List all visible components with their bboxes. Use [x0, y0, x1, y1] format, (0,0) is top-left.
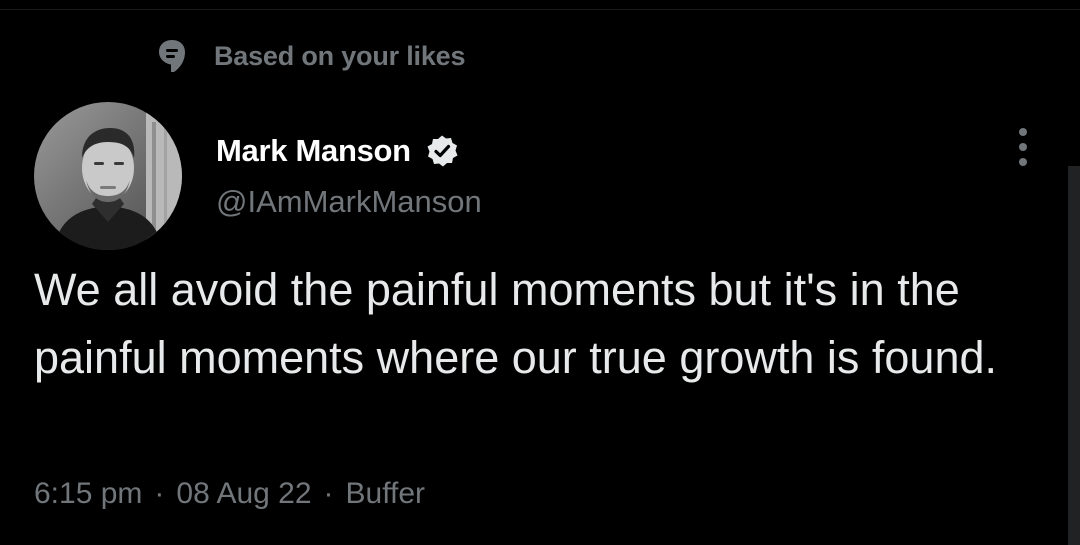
- verified-badge-icon: [425, 134, 459, 168]
- tweet-date[interactable]: 08 Aug 22: [176, 477, 311, 511]
- top-divider: [0, 9, 1080, 10]
- tweet-time[interactable]: 6:15 pm: [34, 477, 142, 511]
- social-context-label: Based on your likes: [214, 40, 466, 71]
- author-handle[interactable]: @IAmMarkManson: [216, 184, 482, 220]
- more-vertical-icon: [1019, 128, 1027, 136]
- author-name[interactable]: Mark Manson: [216, 133, 411, 169]
- speech-bubble-icon: [156, 38, 188, 74]
- tweet-text: We all avoid the painful moments but it'…: [34, 264, 997, 383]
- scrollbar[interactable]: [1068, 166, 1080, 545]
- author-name-row[interactable]: Mark Manson: [216, 130, 459, 172]
- meta-separator: ·: [323, 477, 334, 510]
- more-options-button[interactable]: [1008, 124, 1038, 170]
- tweet-source[interactable]: Buffer: [346, 477, 426, 511]
- meta-separator: ·: [154, 477, 165, 510]
- social-context: Based on your likes: [156, 38, 465, 74]
- tweet-meta: 6:15 pm · 08 Aug 22 · Buffer: [34, 474, 425, 514]
- avatar[interactable]: [34, 102, 182, 250]
